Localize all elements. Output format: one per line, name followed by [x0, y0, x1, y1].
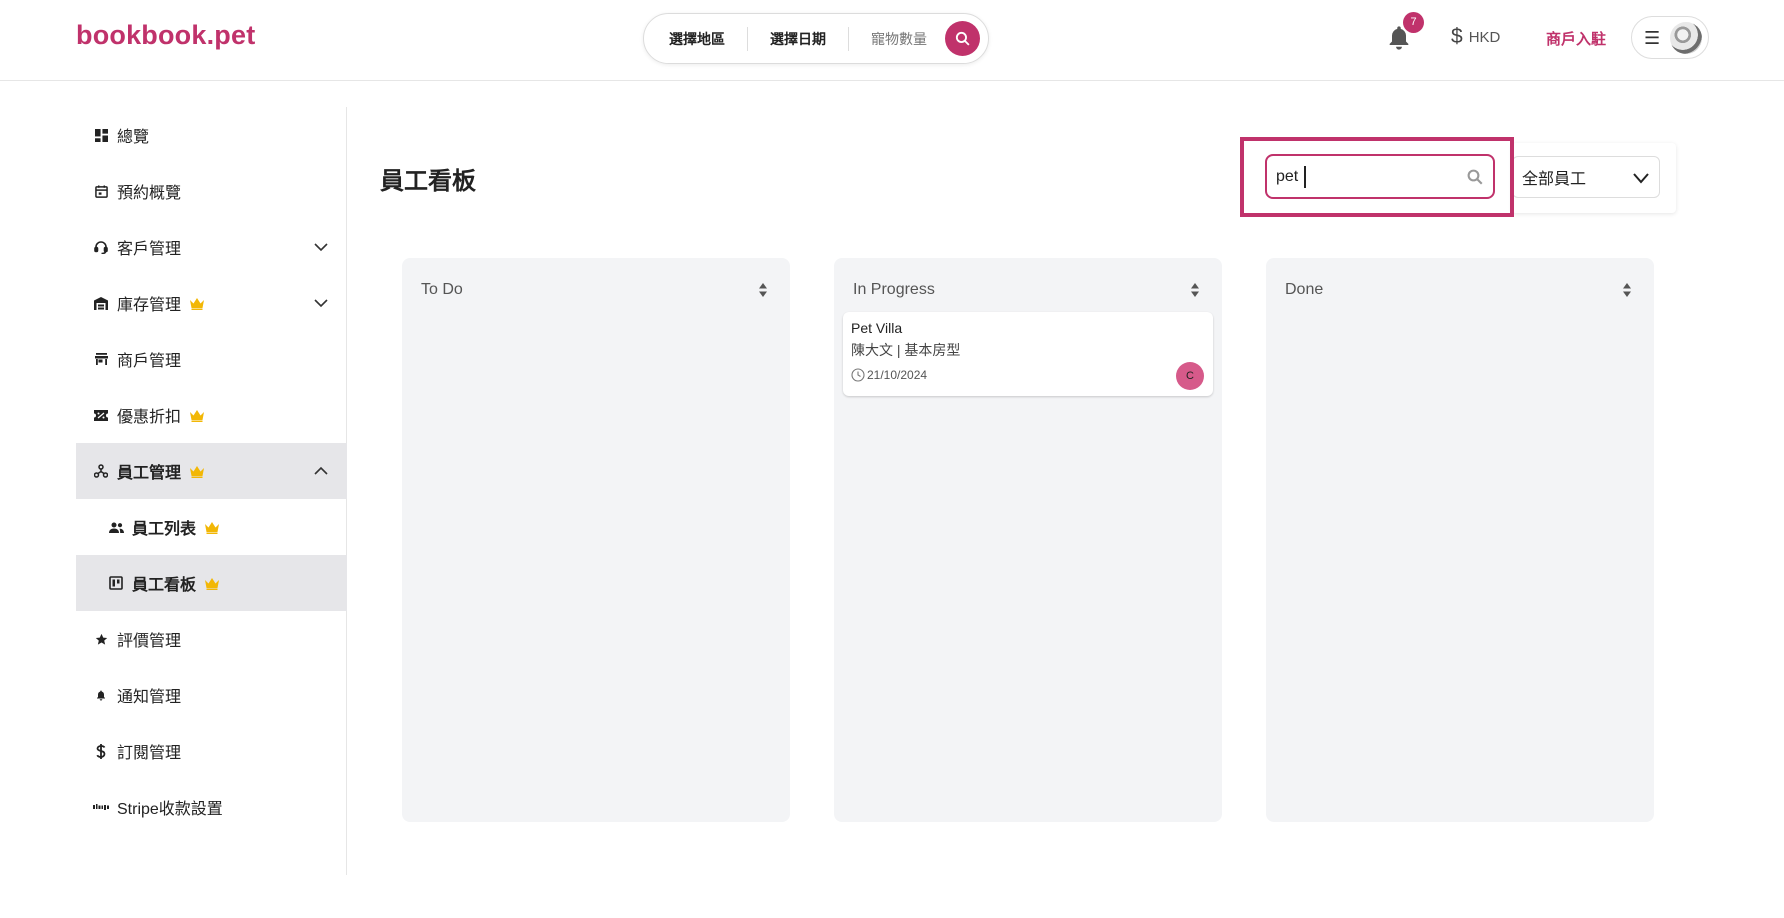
sidebar-item-staff-list[interactable]: 員工列表	[76, 499, 347, 555]
sidebar-item-label: 總覽	[117, 129, 150, 146]
sort-icon[interactable]	[1190, 282, 1200, 298]
sidebar-item-label: 評價管理	[117, 633, 182, 650]
kanban-column-done: Done	[1266, 258, 1654, 822]
bell-icon	[93, 687, 109, 703]
crown-icon	[190, 409, 205, 422]
sidebar-item-booking-overview[interactable]: 預約概覽	[76, 163, 347, 219]
sidebar-item-label: 通知管理	[117, 689, 182, 706]
sort-icon[interactable]	[758, 282, 768, 298]
search-submit-button[interactable]	[945, 21, 980, 56]
crown-icon	[190, 465, 205, 478]
staff-filter-value: 全部員工	[1522, 171, 1587, 188]
currency-selector[interactable]: $ HKD	[1451, 25, 1501, 48]
select-region-button[interactable]: 選擇地區	[669, 29, 725, 49]
sidebar-item-staff-management[interactable]: 員工管理	[76, 443, 347, 499]
card-subtitle: 陳大文 | 基本房型	[851, 342, 961, 358]
search-icon	[955, 31, 970, 46]
coupon-icon	[93, 407, 109, 423]
column-title: To Do	[421, 281, 463, 298]
sidebar-item-label: 優惠折扣	[117, 409, 182, 426]
sidebar-item-customers[interactable]: 客戶管理	[76, 219, 347, 275]
kanban-icon	[108, 575, 124, 591]
notification-count-badge: 7	[1403, 12, 1424, 33]
people-icon	[108, 519, 124, 535]
user-avatar	[1670, 21, 1703, 54]
search-highlight-box	[1240, 137, 1514, 217]
sidebar-item-label: Stripe收款設置	[117, 801, 223, 818]
chevron-down-icon[interactable]	[313, 239, 329, 255]
sidebar-item-discounts[interactable]: 優惠折扣	[76, 387, 347, 443]
top-header: bookbook.pet 選擇地區 選擇日期 寵物數量 7 $ HKD 商戶入駐…	[0, 0, 1784, 81]
dashboard-icon	[93, 127, 109, 143]
column-title: In Progress	[853, 281, 935, 298]
merchant-signup-link[interactable]: 商戶入駐	[1546, 28, 1606, 49]
kanban-card[interactable]: Pet Villa 陳大文 | 基本房型 21/10/2024 C	[843, 312, 1213, 396]
card-title: Pet Villa	[851, 320, 903, 336]
sidebar: 總覽 預約概覽 客戶管理 庫存管理 商戶管理 優惠折扣 員工管理 員工列表 員工…	[76, 107, 347, 875]
select-date-button[interactable]: 選擇日期	[770, 29, 826, 49]
hamburger-menu-icon: ☰	[1644, 27, 1661, 48]
crown-icon	[205, 577, 220, 590]
store-icon	[93, 351, 109, 367]
sidebar-item-notifications[interactable]: 通知管理	[76, 667, 347, 723]
sidebar-item-label: 員工看板	[132, 577, 197, 594]
sidebar-item-label: 商戶管理	[117, 353, 182, 370]
sidebar-item-stripe-settings[interactable]: Stripe收款設置	[76, 779, 347, 835]
pet-count-button[interactable]: 寵物數量	[871, 29, 927, 49]
stripe-icon	[93, 799, 109, 815]
kanban-column-todo: To Do	[402, 258, 790, 822]
headset-icon	[93, 239, 109, 255]
crown-icon	[190, 297, 205, 310]
chevron-up-icon[interactable]	[313, 463, 329, 479]
sidebar-item-overview[interactable]: 總覽	[76, 107, 347, 163]
chevron-down-icon	[1633, 173, 1649, 184]
crown-icon	[205, 521, 220, 534]
assignee-avatar[interactable]: C	[1176, 362, 1204, 390]
chevron-down-icon[interactable]	[313, 295, 329, 311]
sidebar-item-label: 員工管理	[117, 465, 182, 482]
calendar-icon	[93, 183, 109, 199]
star-icon	[93, 631, 109, 647]
card-date-text: 21/10/2024	[867, 368, 928, 382]
staff-filter-select[interactable]: 全部員工	[1512, 156, 1660, 198]
sort-icon[interactable]	[1622, 282, 1632, 298]
kanban-column-in-progress: In Progress Pet Villa 陳大文 | 基本房型 21/10/2…	[834, 258, 1222, 822]
sidebar-item-label: 訂閱管理	[117, 745, 182, 762]
dollar-icon: $	[1451, 25, 1463, 48]
dollar-icon	[93, 743, 109, 759]
sidebar-item-inventory[interactable]: 庫存管理	[76, 275, 347, 331]
sidebar-item-staff-kanban[interactable]: 員工看板	[76, 555, 347, 611]
logo[interactable]: bookbook.pet	[76, 20, 255, 51]
sidebar-item-label: 員工列表	[132, 521, 197, 538]
warehouse-icon	[93, 295, 109, 311]
clock-icon	[851, 368, 865, 382]
search-bar[interactable]: 選擇地區 選擇日期 寵物數量	[643, 13, 989, 64]
sidebar-item-label: 客戶管理	[117, 241, 182, 258]
sidebar-item-merchant[interactable]: 商戶管理	[76, 331, 347, 387]
search-divider	[848, 26, 849, 51]
currency-label: HKD	[1468, 28, 1501, 46]
sidebar-item-reviews[interactable]: 評價管理	[76, 611, 347, 667]
search-divider	[747, 26, 748, 51]
sidebar-item-label: 預約概覽	[117, 185, 182, 202]
org-chart-icon	[93, 463, 109, 479]
card-date: 21/10/2024	[851, 368, 927, 382]
user-menu-button[interactable]: ☰	[1631, 16, 1709, 59]
column-title: Done	[1285, 281, 1324, 298]
page-title: 員工看板	[380, 168, 476, 195]
sidebar-item-label: 庫存管理	[117, 297, 182, 314]
sidebar-item-subscriptions[interactable]: 訂閱管理	[76, 723, 347, 779]
